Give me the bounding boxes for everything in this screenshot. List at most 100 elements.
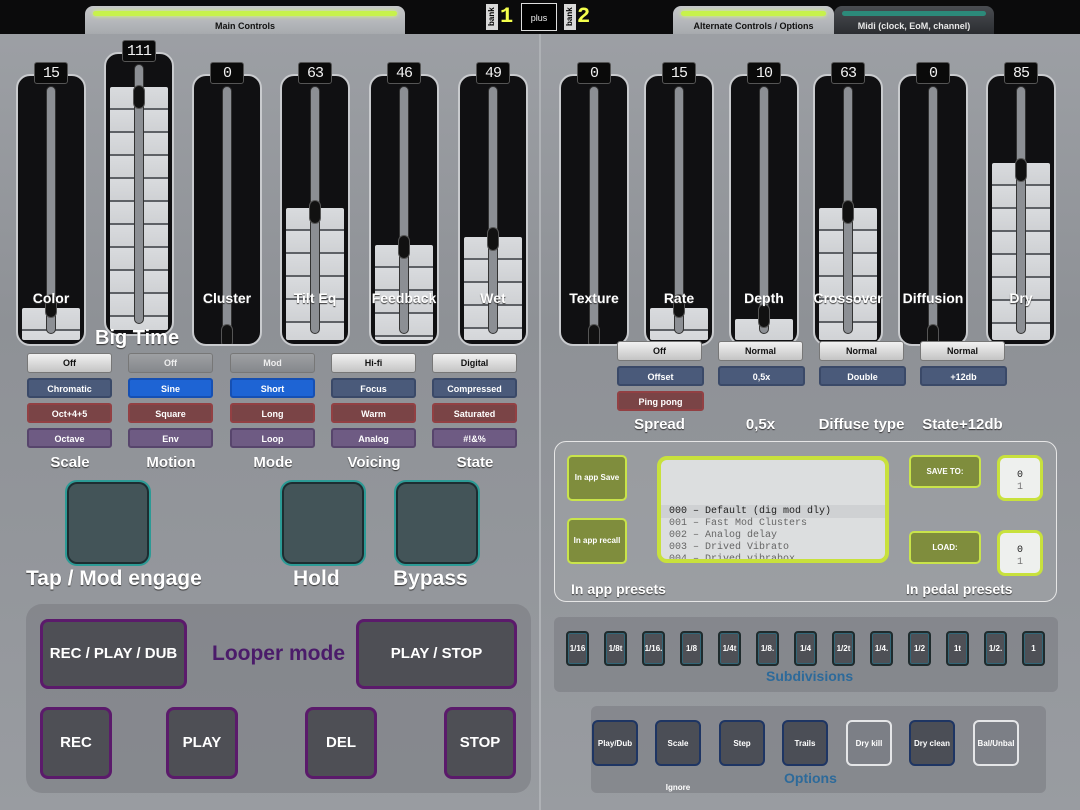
subdivision-button[interactable]: 1/2.	[984, 631, 1007, 666]
fader-handle[interactable]	[1015, 157, 1027, 182]
preset-list-screen[interactable]: 000 – Default (dig mod dly) 001 – Fast M…	[657, 456, 889, 563]
group-2-off-button[interactable]: Mod	[230, 353, 315, 373]
option-button[interactable]: Step	[719, 720, 765, 766]
plus-button[interactable]: plus	[521, 3, 557, 31]
alt-group-2-option-0[interactable]: Double	[819, 366, 906, 386]
tab-main-controls[interactable]: Main Controls	[85, 6, 405, 34]
fader-label: Cluster	[202, 290, 252, 306]
group-2-option-1[interactable]: Long	[230, 403, 315, 423]
alt-group-0-option-1[interactable]: Ping pong	[617, 391, 704, 411]
option-button[interactable]: Bal/Unbal	[973, 720, 1019, 766]
subdivision-button[interactable]: 1/8t	[604, 631, 627, 666]
tab-midi[interactable]: Midi (clock, EoM, channel)	[834, 6, 994, 34]
rec-button[interactable]: REC	[40, 707, 112, 779]
subdivision-button[interactable]: 1/8	[680, 631, 703, 666]
alt-group-0-option-0[interactable]: Offset	[617, 366, 704, 386]
group-3-option-0[interactable]: Focus	[331, 378, 416, 398]
subdivision-button[interactable]: 1	[1022, 631, 1045, 666]
group-4-option-1[interactable]: Saturated	[432, 403, 517, 423]
subdivision-button[interactable]: 1/4t	[718, 631, 741, 666]
group-3-option-2[interactable]: Analog	[331, 428, 416, 448]
hold-pad[interactable]	[280, 480, 366, 566]
alt-group-0-top-button[interactable]: Off	[617, 341, 702, 361]
subdivision-button[interactable]: 1/4	[794, 631, 817, 666]
preset-item[interactable]: 003 – Drived Vibrato	[669, 542, 789, 553]
group-4-off-button[interactable]: Digital	[432, 353, 517, 373]
fader-track[interactable]	[104, 52, 174, 336]
bank-number-left[interactable]: 1	[500, 5, 513, 29]
subdivision-button[interactable]: 1/16.	[642, 631, 665, 666]
tab-label: Main Controls	[215, 21, 275, 31]
save-slot-picker[interactable]: 0 1	[997, 455, 1043, 501]
bank-number-right[interactable]: 2	[577, 5, 590, 29]
group-1-option-1[interactable]: Square	[128, 403, 213, 423]
panel-divider	[539, 34, 541, 810]
group-3-option-1[interactable]: Warm	[331, 403, 416, 423]
group-4-option-2[interactable]: #!&%	[432, 428, 517, 448]
group-1-off-button[interactable]: Off	[128, 353, 213, 373]
save-to-button[interactable]: SAVE TO:	[909, 455, 981, 488]
load-slot-picker[interactable]: 0 1	[997, 530, 1043, 576]
del-button[interactable]: DEL	[305, 707, 377, 779]
rec-play-dub-button[interactable]: REC / PLAY / DUB	[40, 619, 187, 689]
group-2-option-0[interactable]: Short	[230, 378, 315, 398]
fader-handle[interactable]	[487, 227, 499, 252]
tap-mod-label: Tap / Mod engage	[26, 567, 202, 590]
option-button[interactable]: Trails	[782, 720, 828, 766]
alt-group-3-option-0[interactable]: +12db	[920, 366, 1007, 386]
group-1-option-0[interactable]: Sine	[128, 378, 213, 398]
load-slot-next: 1	[1016, 557, 1023, 568]
group-4-label: State	[456, 454, 494, 471]
alt-group-1-top-button[interactable]: Normal	[718, 341, 803, 361]
stop-button[interactable]: STOP	[444, 707, 516, 779]
group-2-label: Mode	[253, 454, 293, 471]
group-4-option-0[interactable]: Compressed	[432, 378, 517, 398]
group-3-off-button[interactable]: Hi-fi	[331, 353, 416, 373]
hold-label: Hold	[293, 567, 340, 590]
fader-label: Depth	[744, 290, 784, 306]
play-stop-button[interactable]: PLAY / STOP	[356, 619, 517, 689]
subdivision-button[interactable]: 1/2	[908, 631, 931, 666]
group-1-option-2[interactable]: Env	[128, 428, 213, 448]
tab-alternate-controls[interactable]: Alternate Controls / Options	[673, 6, 834, 34]
preset-item[interactable]: 001 – Fast Mod Clusters	[669, 518, 807, 529]
preset-item[interactable]: 004 – Drived vibrabox	[669, 554, 795, 559]
alt-group-1-option-0[interactable]: 0,5x	[718, 366, 805, 386]
fader-handle[interactable]	[758, 304, 770, 329]
subdivision-button[interactable]: 1t	[946, 631, 969, 666]
fader-handle[interactable]	[398, 234, 410, 259]
fader-handle[interactable]	[309, 200, 321, 224]
preset-item[interactable]: 002 – Analog delay	[669, 530, 777, 541]
in-app-save-button[interactable]: In app Save	[567, 455, 627, 501]
group-0-option-1[interactable]: Oct+4+5	[27, 403, 112, 423]
subdivision-button[interactable]: 1/4.	[870, 631, 893, 666]
play-button[interactable]: PLAY	[166, 707, 238, 779]
fader-label: Diffusion	[902, 290, 964, 306]
subdivision-button[interactable]: 1/16	[566, 631, 589, 666]
group-0-option-2[interactable]: Octave	[27, 428, 112, 448]
option-button[interactable]: Play/Dub	[592, 720, 638, 766]
alt-group-2-top-button[interactable]: Normal	[819, 341, 904, 361]
fader-value-readout: 63	[831, 62, 865, 84]
group-2-option-2[interactable]: Loop	[230, 428, 315, 448]
option-button[interactable]: Scale Ignore	[655, 720, 701, 792]
option-button[interactable]: Dry clean	[909, 720, 955, 766]
fader-handle[interactable]	[842, 200, 854, 224]
alt-group-3-label: State+12db	[922, 416, 1003, 433]
fader-handle[interactable]	[133, 85, 145, 110]
preset-item[interactable]: 000 – Default (dig mod dly)	[669, 506, 831, 517]
bypass-pad[interactable]	[394, 480, 480, 566]
in-app-recall-button[interactable]: In app recall	[567, 518, 627, 564]
tap-mod-pad[interactable]	[65, 480, 151, 566]
fader-label: Rate	[663, 290, 695, 306]
group-0-option-0[interactable]: Chromatic	[27, 378, 112, 398]
group-0-off-button[interactable]: Off	[27, 353, 112, 373]
subdivision-button[interactable]: 1/8.	[756, 631, 779, 666]
fader-handle[interactable]	[588, 324, 600, 344]
alt-group-2-label: Diffuse type	[818, 416, 905, 433]
fader-handle[interactable]	[221, 324, 233, 344]
option-button[interactable]: Dry kill	[846, 720, 892, 766]
alt-group-3-top-button[interactable]: Normal	[920, 341, 1005, 361]
subdivision-button[interactable]: 1/2t	[832, 631, 855, 666]
load-button[interactable]: LOAD:	[909, 531, 981, 564]
